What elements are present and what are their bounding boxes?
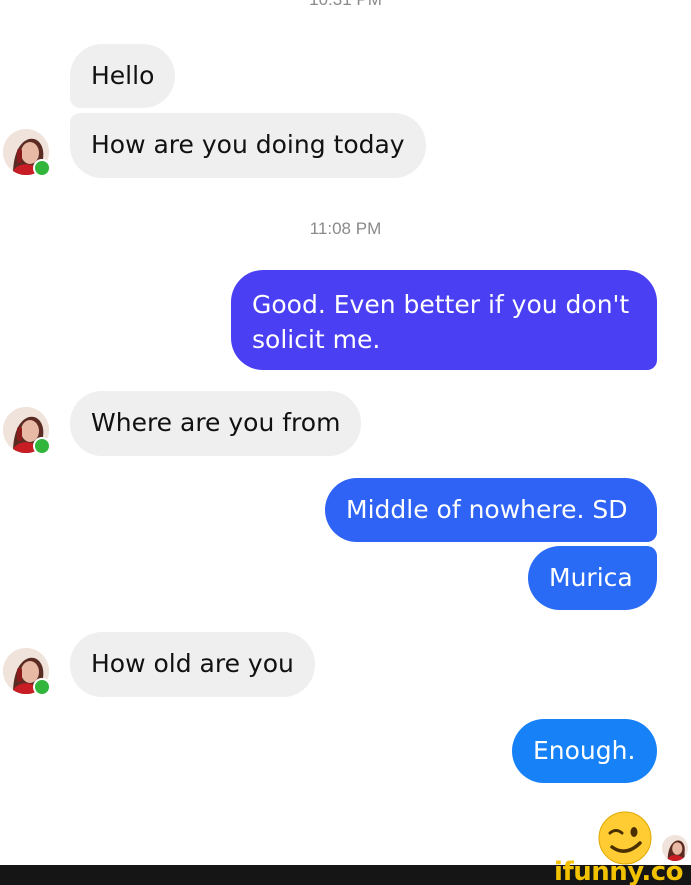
message-bubble-hello[interactable]: Hello — [70, 44, 176, 108]
message-bubble-how-are-you[interactable]: How are you doing today — [70, 113, 426, 178]
chat-screen: 10:31 PM Hello How are you doing today 1… — [0, 0, 691, 885]
message-bubble-murica[interactable]: Murica — [528, 546, 657, 610]
message-bubble-enough[interactable]: Enough. — [512, 719, 657, 783]
message-bubble-how-old[interactable]: How old are you — [70, 632, 315, 697]
online-status-dot — [33, 159, 51, 177]
online-status-dot — [33, 678, 51, 696]
message-text: How old are you — [91, 649, 294, 678]
message-text: How are you doing today — [91, 130, 405, 159]
watermark-logo: ifunny.co — [554, 857, 683, 885]
online-status-dot — [33, 437, 51, 455]
avatar[interactable] — [3, 129, 51, 177]
message-text-line1: Good. Even better if you don't — [252, 290, 630, 319]
timestamp-mid: 11:08 PM — [309, 219, 382, 238]
message-text: Hello — [91, 61, 155, 90]
message-bubble-good[interactable]: Good. Even better if you don't solicit m… — [231, 270, 657, 370]
avatar[interactable] — [3, 407, 51, 455]
message-text: Enough. — [533, 736, 636, 765]
avatar[interactable] — [3, 648, 51, 696]
timestamp-top: 10:31 PM — [0, 0, 691, 10]
message-text-line2: solicit me. — [252, 325, 381, 354]
message-bubble-middle-of-nowhere[interactable]: Middle of nowhere. SD — [325, 478, 657, 542]
message-text: Middle of nowhere. SD — [346, 495, 628, 524]
message-text: Murica — [549, 563, 633, 592]
message-text: Where are you from — [91, 408, 341, 437]
message-bubble-where-from[interactable]: Where are you from — [70, 391, 362, 456]
